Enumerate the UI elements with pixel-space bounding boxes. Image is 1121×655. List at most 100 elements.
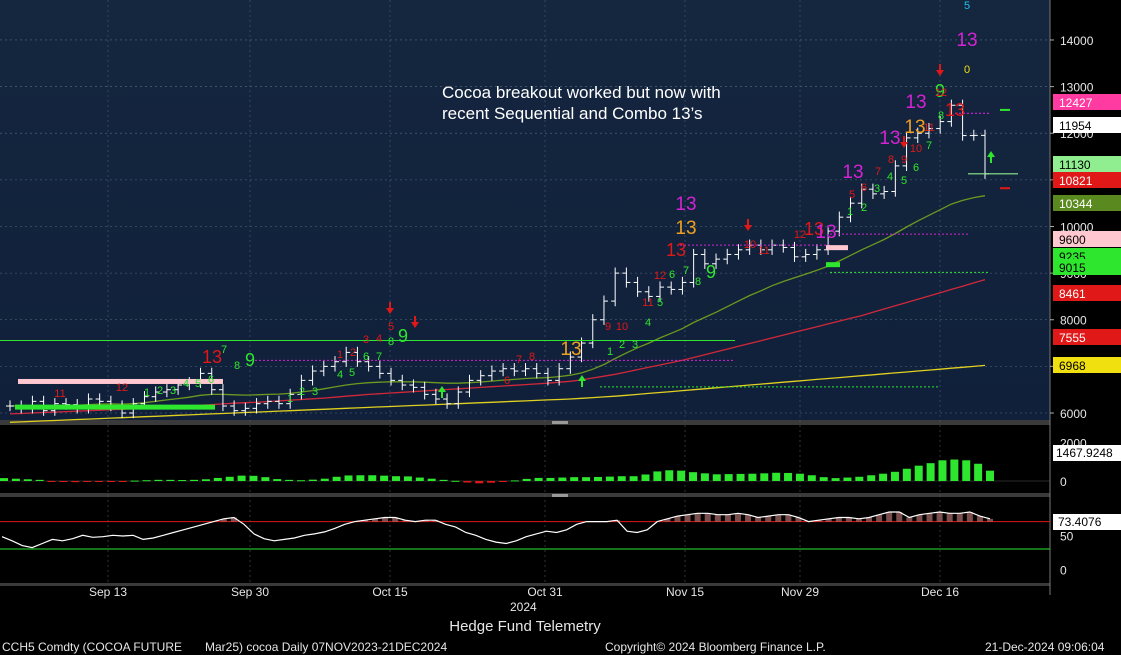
annotation-line-2: recent Sequential and Combo 13’s [442,104,703,123]
td-count-label: 13 [202,347,222,367]
momentum-bar [593,476,602,481]
momentum-bar [546,477,555,481]
price-panel-bg [0,0,1050,420]
momentum-bar [190,479,199,481]
td-count-label: 2 [861,202,867,214]
td-risk-level [826,245,848,251]
momentum-bar [950,459,959,481]
momentum-bar [487,481,496,483]
td-count-label: 13 [945,100,965,120]
momentum-bar [0,478,8,481]
td-count-label: 2 [157,385,163,397]
momentum-bar [843,477,852,481]
momentum-bar [629,476,638,481]
td-count-label: 1 [144,387,150,399]
momentum-bar [71,481,80,483]
td-count-label: 8 [388,336,394,348]
momentum-bar [11,478,20,481]
price-axis-badge-label: 10821 [1059,174,1093,188]
td-count-label: 1 [337,349,343,361]
x-tick-label: Sep 30 [231,585,269,599]
momentum-bar [558,477,567,481]
momentum-bar [23,479,32,481]
momentum-bar [59,481,68,482]
td-count-label: 6 [208,374,214,386]
td-count-label: 11 [642,297,653,309]
td-count-label: 13 [956,30,977,51]
momentum-bar [570,477,579,481]
td-count-label: 5 [349,367,355,379]
td-count-label: 5 [964,0,970,12]
momentum-bar [748,473,757,481]
momentum-bar [344,475,353,481]
x-tick-label: Nov 29 [781,585,819,599]
bloomberg-chart-window: 6000700080009000100001100012000130001400… [0,0,1121,655]
momentum-bar [736,473,745,481]
td-count-label: 7 [516,354,522,366]
td-count-label: 11 [758,245,769,257]
x-tick-label: Sep 13 [89,585,127,599]
momentum-bar [795,473,804,481]
momentum-bar [118,481,127,482]
momentum-bar [712,474,721,481]
td-count-label: 8 [938,110,944,122]
momentum-bar [273,479,282,481]
momentum-bar [415,477,424,481]
price-axis-badge-label: 9015 [1059,261,1086,275]
momentum-bar [582,477,591,481]
td-count-label: 10 [744,239,756,251]
momentum-bar [807,475,816,481]
momentum-bar [760,473,769,481]
momentum-bar [831,478,840,481]
td-count-label: 13 [815,222,836,243]
price-tick-label: 8000 [1060,314,1087,328]
footer-timestamp: 21-Dec-2024 09:06:04 [985,640,1105,654]
chart-footer-title: Hedge Fund Telemetry [449,618,601,635]
footer-copyright: Copyright© 2024 Bloomberg Finance L.P. [605,640,826,654]
momentum-bar [285,479,294,481]
td-count-label: 4 [376,333,382,345]
momentum-bar [938,460,947,481]
momentum-bar [308,479,317,481]
td-count-label: 2 [299,386,305,398]
td-count-label: 0 [964,64,970,76]
momentum-bar [106,481,115,482]
td-count-label: 4 [645,317,651,329]
momentum-bar [653,471,662,481]
momentum-bar [83,481,92,482]
panel-divider [0,420,1050,425]
td-count-label: 9 [398,326,408,346]
momentum-bar [166,479,175,481]
td-count-label: 5 [657,297,663,309]
price-axis-badge-label: 12427 [1059,96,1093,110]
momentum-panel-bg [0,425,1050,493]
price-axis-badge-label: 10344 [1059,197,1093,211]
price-axis-badge-label: 11130 [1059,158,1091,172]
momentum-bar [962,460,971,481]
pane-resize-handle [552,494,568,497]
td-count-label: 4 [183,378,189,390]
momentum-tick-label: 0 [1060,475,1067,489]
td-count-label: 13 [675,218,696,239]
momentum-bar [392,476,401,481]
momentum-bar [522,478,531,481]
td-count-label: 8 [888,154,894,166]
td-count-label: 13 [560,339,581,360]
momentum-bar [974,463,983,481]
momentum-bar [772,472,781,481]
td-count-label: 3 [170,385,176,397]
oscillator-tick-label: 50 [1060,529,1074,543]
annotation-line-1: Cocoa breakout worked but now with [442,83,721,102]
td-count-label: 9 [706,262,716,282]
momentum-bar [879,473,888,481]
momentum-bar [261,477,270,481]
td-count-label: 3 [363,334,369,346]
price-axis-badge-label: 9600 [1059,233,1086,247]
td-count-label: 1 [847,206,853,218]
td-count-label: 13 [842,162,863,183]
footer-bar: CCH5 Comdty (COCOA FUTURE Mar25) cocoa D… [0,638,1121,655]
td-count-label: 4 [337,369,343,381]
td-count-label: 3 [874,183,880,195]
td-count-label: 1 [287,393,293,405]
momentum-bar [439,479,448,481]
